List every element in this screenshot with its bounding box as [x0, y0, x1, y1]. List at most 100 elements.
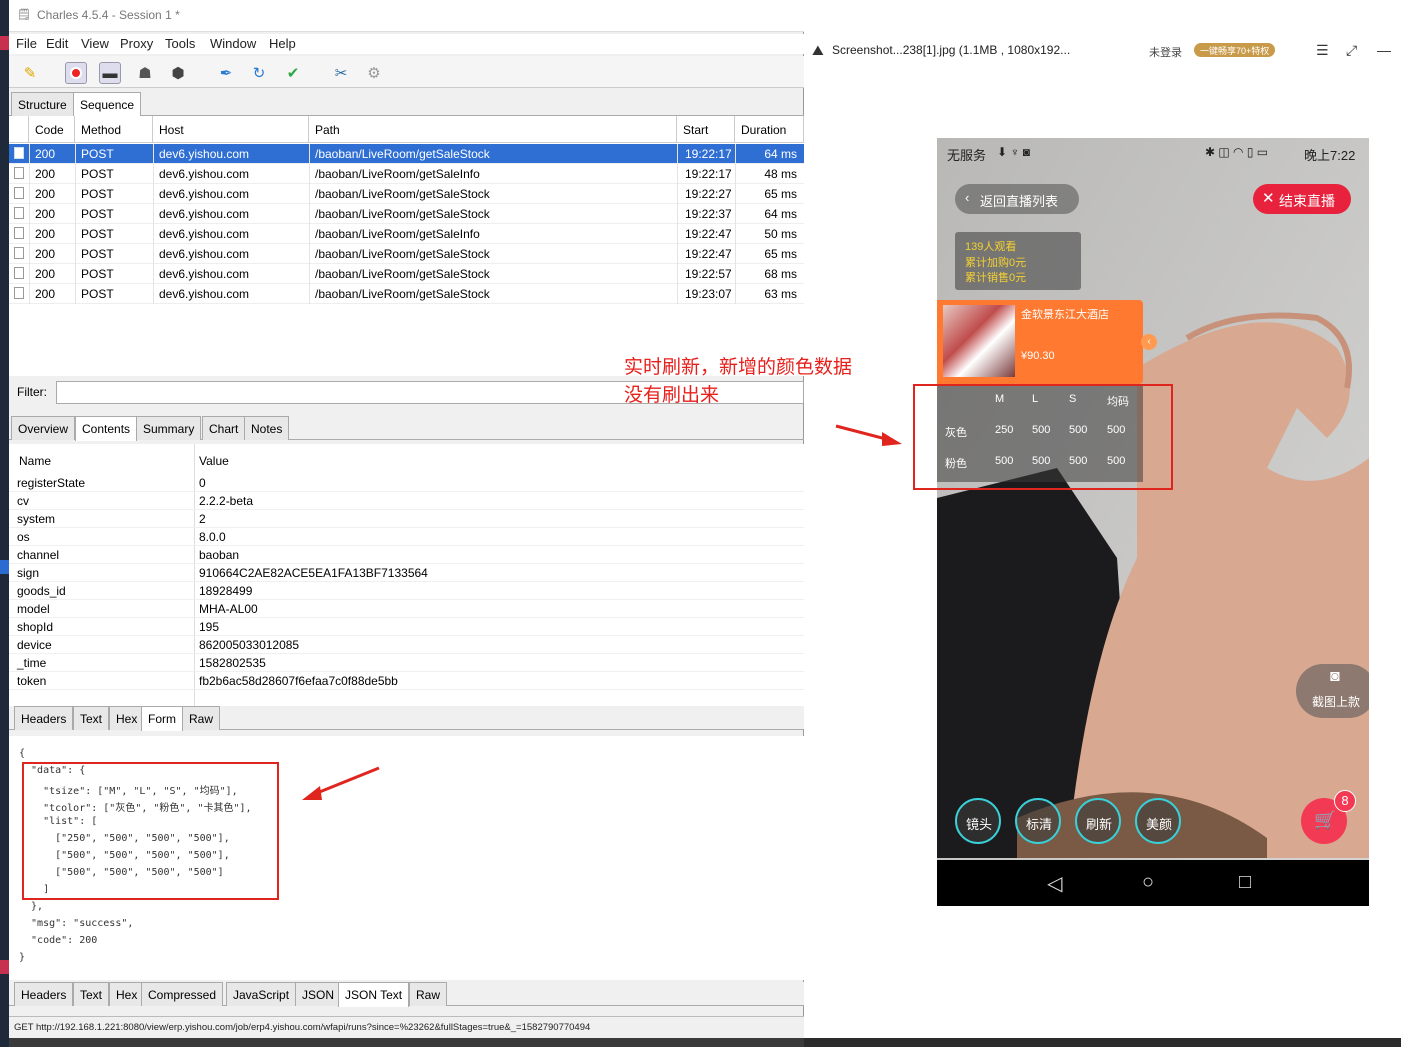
tab-req-raw[interactable]: Raw: [182, 706, 221, 730]
param-row[interactable]: _time 1582802535: [9, 654, 804, 672]
table-row[interactable]: 200 POST dev6.yishou.com/baoban/LiveRoom/g…: [9, 204, 804, 224]
col-host[interactable]: Host: [153, 116, 309, 143]
col-path[interactable]: Path: [309, 116, 677, 143]
back-to-list-button[interactable]: ‹ 返回直播列表: [955, 184, 1079, 214]
menu-icon[interactable]: ☰: [1316, 42, 1329, 59]
tab-resp-javascript[interactable]: JavaScript: [226, 982, 297, 1006]
broom-icon[interactable]: ✎: [19, 62, 41, 84]
tab-req-form[interactable]: Form: [141, 706, 183, 731]
menu-help[interactable]: Help: [269, 36, 296, 51]
col-code[interactable]: Code: [29, 116, 75, 143]
tab-resp-text[interactable]: Text: [73, 982, 110, 1006]
tab-resp-hex[interactable]: Hex: [109, 982, 145, 1006]
end-live-label: 结束直播: [1279, 193, 1335, 209]
tab-summary[interactable]: Summary: [136, 416, 202, 440]
login-link[interactable]: 未登录: [1149, 44, 1182, 60]
nav-recent-icon[interactable]: □: [1239, 871, 1251, 894]
col-duration[interactable]: Duration: [735, 116, 804, 143]
menu-proxy[interactable]: Proxy: [120, 36, 153, 51]
tab-sequence[interactable]: Sequence: [73, 92, 142, 117]
param-row[interactable]: system 2: [9, 510, 804, 528]
lens-button[interactable]: 镜头: [955, 798, 1001, 844]
param-row[interactable]: device 862005033012085: [9, 636, 804, 654]
tab-req-text[interactable]: Text: [73, 706, 110, 730]
param-row[interactable]: token fb2b6ac58d28607f6efaa7c0f88de5bb: [9, 672, 804, 690]
beauty-button[interactable]: 美颜: [1135, 798, 1181, 844]
table-row[interactable]: 200 POST dev6.yishou.com/baoban/LiveRoom/g…: [9, 164, 804, 184]
param-row[interactable]: shopId 195: [9, 618, 804, 636]
param-name: token: [17, 674, 47, 688]
param-name: _time: [17, 656, 47, 670]
arrow-json: [302, 766, 380, 800]
cell-method: POST: [81, 187, 114, 201]
stop-icon[interactable]: ⬢: [167, 62, 189, 84]
param-row[interactable]: goods_id 18928499: [9, 582, 804, 600]
json-line: },: [19, 901, 44, 912]
chevron-left-small-icon[interactable]: ‹: [1141, 334, 1157, 350]
tab-resp-json[interactable]: JSON: [295, 982, 342, 1006]
param-value: 8.0.0: [199, 530, 226, 544]
sales-total: 累计销售0元: [965, 272, 1027, 284]
tab-notes[interactable]: Notes: [244, 416, 290, 440]
menu-edit[interactable]: Edit: [46, 36, 68, 51]
tab-chart[interactable]: Chart: [202, 416, 246, 440]
table-row[interactable]: 200 POST dev6.yishou.com/baoban/LiveRoom/g…: [9, 264, 804, 284]
record-button[interactable]: [65, 62, 87, 84]
image-viewer: ⛰ Screenshot...238[1].jpg (1.1MB , 1080x…: [624, 0, 1401, 1047]
tab-resp-compressed[interactable]: Compressed: [141, 982, 224, 1006]
table-row[interactable]: 200 POST dev6.yishou.com/baoban/LiveRoom/g…: [9, 224, 804, 244]
tab-req-hex[interactable]: Hex: [109, 706, 145, 730]
cell-method: POST: [81, 267, 114, 281]
nav-back-icon[interactable]: ◁: [1047, 871, 1062, 896]
menu-view[interactable]: View: [81, 36, 109, 51]
desktop-strip: [0, 0, 9, 1047]
refresh-button[interactable]: 刷新: [1075, 798, 1121, 844]
tools-icon[interactable]: ✂: [330, 62, 352, 84]
menu-window[interactable]: Window: [210, 36, 256, 51]
cell-path: /baoban/LiveRoom/getSaleStock: [315, 187, 490, 201]
param-row[interactable]: model MHA-AL00: [9, 600, 804, 618]
tab-resp-json-text[interactable]: JSON Text: [338, 982, 410, 1007]
screenshot-upload-button[interactable]: ◙ 截图上款: [1296, 664, 1369, 718]
fullscreen-icon[interactable]: ⤢: [1346, 42, 1357, 59]
check-icon[interactable]: ✔: [282, 62, 304, 84]
param-row[interactable]: os 8.0.0: [9, 528, 804, 546]
minimize-viewer-icon[interactable]: —: [1377, 42, 1391, 58]
quality-label: 标清: [1026, 817, 1053, 832]
table-row[interactable]: 200 POST dev6.yishou.com/baoban/LiveRoom/g…: [9, 184, 804, 204]
throttle-icon[interactable]: ▬: [99, 62, 121, 84]
cell-duration: 65 ms: [764, 247, 797, 261]
product-card[interactable]: 金软景东江大酒店 ¥90.30 ‹: [937, 300, 1157, 384]
tab-contents[interactable]: Contents: [75, 416, 138, 441]
gear-icon[interactable]: ⚙: [363, 62, 385, 84]
quality-button[interactable]: 标清: [1015, 798, 1061, 844]
tab-overview[interactable]: Overview: [11, 416, 76, 440]
tab-req-headers[interactable]: Headers: [14, 706, 74, 730]
pen-icon[interactable]: ✒: [215, 62, 237, 84]
cell-path: /baoban/LiveRoom/getSaleStock: [315, 287, 490, 301]
table-row[interactable]: 200 POST dev6.yishou.com/baoban/LiveRoom/g…: [9, 144, 804, 164]
tab-structure[interactable]: Structure: [11, 92, 74, 116]
table-row[interactable]: 200 POST dev6.yishou.com/baoban/LiveRoom/g…: [9, 284, 804, 304]
cell-code: 200: [35, 207, 56, 221]
table-row[interactable]: 200 POST dev6.yishou.com/baoban/LiveRoom/g…: [9, 244, 804, 264]
param-row[interactable]: cv 2.2.2-beta: [9, 492, 804, 510]
end-live-button[interactable]: ✕ 结束直播: [1253, 184, 1351, 214]
col-start[interactable]: Start: [677, 116, 735, 143]
beauty-label: 美颜: [1146, 817, 1173, 832]
menu-tools[interactable]: Tools: [165, 36, 195, 51]
tab-resp-raw[interactable]: Raw: [409, 982, 448, 1006]
refresh-icon[interactable]: ↻: [248, 62, 270, 84]
promo-badge[interactable]: 一键畅享70+特权: [1194, 43, 1276, 57]
menu-file[interactable]: File: [16, 36, 37, 51]
record-icon: [70, 67, 82, 79]
tab-resp-headers[interactable]: Headers: [14, 982, 74, 1006]
col-method[interactable]: Method: [75, 116, 153, 143]
param-row[interactable]: registerState 0: [9, 474, 804, 492]
turtle-icon[interactable]: ☗: [134, 62, 156, 84]
nav-home-icon[interactable]: ○: [1142, 871, 1154, 894]
cell-start: 19:22:47: [685, 247, 732, 261]
param-row[interactable]: sign 910664C2AE82ACE5EA1FA13BF7133564: [9, 564, 804, 582]
cell-host: dev6.yishou.com: [159, 167, 250, 181]
param-row[interactable]: channel baoban: [9, 546, 804, 564]
